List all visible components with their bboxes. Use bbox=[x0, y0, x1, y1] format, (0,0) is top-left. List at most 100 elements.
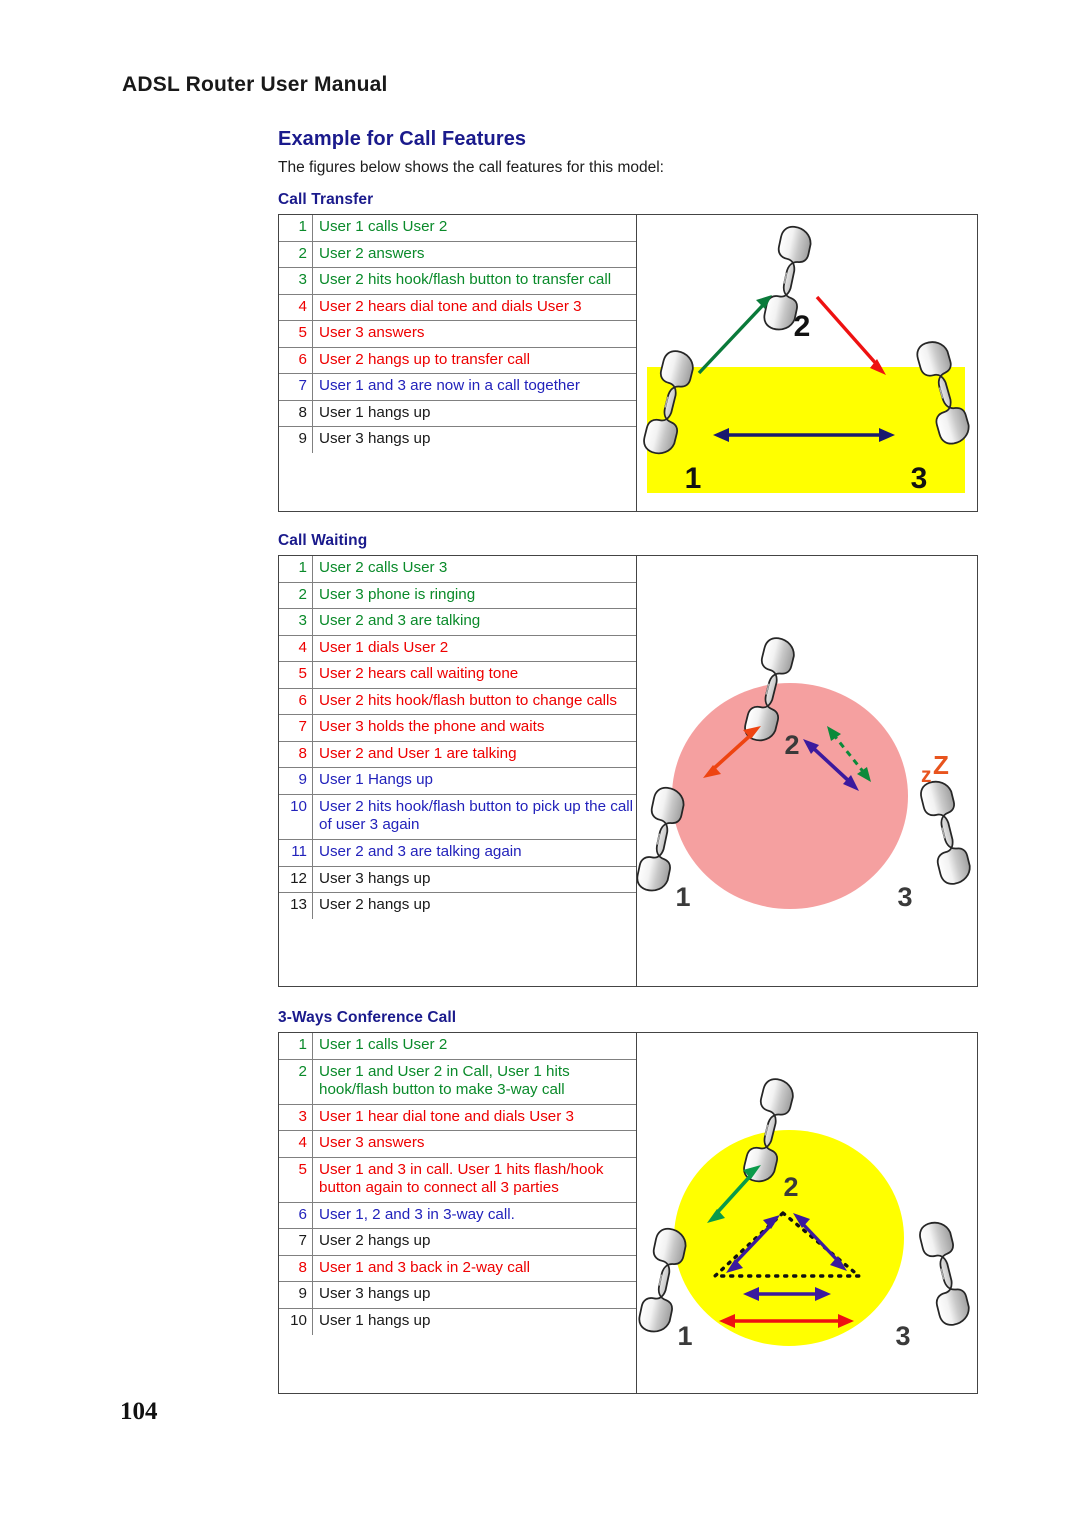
phone-label-2: 2 bbox=[783, 1172, 798, 1202]
step-text: User 2 hears call waiting tone bbox=[312, 661, 636, 689]
table-row: 1 User 2 calls User 3 bbox=[279, 556, 636, 583]
step-text: User 1 Hangs up bbox=[312, 767, 636, 795]
phone-handset-1 bbox=[637, 1225, 690, 1336]
arrow-1-to-2 bbox=[697, 295, 772, 375]
page-content: Example for Call Features The figures be… bbox=[278, 128, 978, 1394]
step-number: 9 bbox=[279, 426, 313, 453]
table-row: 8 User 1 hangs up bbox=[279, 399, 636, 428]
table-row: 5 User 3 answers bbox=[279, 320, 636, 348]
phone-label-3: 3 bbox=[897, 882, 912, 912]
phone-handset-3 bbox=[917, 777, 974, 888]
step-number: 8 bbox=[279, 1254, 313, 1283]
step-text: User 1 calls User 2 bbox=[312, 215, 636, 242]
steps-table: 1 User 1 calls User 2 2 User 1 and User … bbox=[279, 1033, 636, 1335]
table-row: 7 User 3 holds the phone and waits bbox=[279, 714, 636, 742]
table-row: 9 User 3 hangs up bbox=[279, 426, 636, 453]
table-row: 2 User 1 and User 2 in Call, User 1 hits… bbox=[279, 1058, 636, 1105]
call-transfer-figure: 1 2 3 bbox=[637, 215, 977, 511]
step-text: User 2 hits hook/flash button to transfe… bbox=[312, 267, 636, 295]
step-number: 9 bbox=[279, 767, 313, 795]
step-number: 4 bbox=[279, 634, 313, 663]
call-waiting-block: 1 User 2 calls User 3 2 User 3 phone is … bbox=[278, 555, 978, 987]
three-way-block: 1 User 1 calls User 2 2 User 1 and User … bbox=[278, 1032, 978, 1394]
sleep-z-large: Z bbox=[933, 750, 949, 780]
table-row: 4 User 2 hears dial tone and dials User … bbox=[279, 293, 636, 322]
step-text: User 1 hangs up bbox=[312, 1308, 636, 1335]
three-way-conference-diagram: 1 2 3 bbox=[637, 1075, 973, 1351]
table-row: 3 User 2 and 3 are talking bbox=[279, 608, 636, 636]
step-number: 1 bbox=[279, 215, 313, 242]
page-title: Example for Call Features bbox=[278, 128, 527, 150]
arrow-2-to-3 bbox=[815, 295, 886, 375]
call-waiting-steps: 1 User 2 calls User 3 2 User 3 phone is … bbox=[279, 556, 637, 986]
steps-table: 1 User 2 calls User 3 2 User 3 phone is … bbox=[279, 556, 636, 919]
table-row: 12 User 3 hangs up bbox=[279, 865, 636, 894]
step-number: 12 bbox=[279, 865, 313, 894]
step-text: User 2 and 3 are talking bbox=[312, 608, 636, 636]
table-row: 6 User 2 hits hook/flash button to chang… bbox=[279, 687, 636, 716]
step-text: User 3 holds the phone and waits bbox=[312, 714, 636, 742]
step-text: User 2 hangs up bbox=[312, 1228, 636, 1256]
table-row: 9 User 3 hangs up bbox=[279, 1281, 636, 1310]
subsection-title-call-transfer: Call Transfer bbox=[278, 191, 374, 208]
table-row: 5 User 1 and 3 in call. User 1 hits flas… bbox=[279, 1156, 636, 1203]
phone-label-3: 3 bbox=[895, 1321, 910, 1351]
step-number: 8 bbox=[279, 740, 313, 769]
table-row: 4 User 3 answers bbox=[279, 1130, 636, 1158]
step-number: 2 bbox=[279, 240, 313, 269]
phone-label-1: 1 bbox=[677, 1321, 692, 1351]
table-row: 10 User 1 hangs up bbox=[279, 1308, 636, 1335]
step-text: User 2 and 3 are talking again bbox=[312, 839, 636, 867]
step-number: 5 bbox=[279, 1156, 313, 1203]
step-number: 1 bbox=[279, 556, 313, 583]
table-row: 1 User 1 calls User 2 bbox=[279, 1033, 636, 1060]
phone-handset-3 bbox=[916, 1218, 973, 1329]
step-number: 7 bbox=[279, 1228, 313, 1256]
step-number: 7 bbox=[279, 373, 313, 401]
table-row: 9 User 1 Hangs up bbox=[279, 767, 636, 795]
call-waiting-diagram: 1 2 3 z Z bbox=[637, 634, 974, 912]
table-row: 1 User 1 calls User 2 bbox=[279, 215, 636, 242]
call-transfer-steps: 1 User 1 calls User 2 2 User 2 answers 3… bbox=[279, 215, 637, 511]
call-transfer-block: 1 User 1 calls User 2 2 User 2 answers 3… bbox=[278, 214, 978, 512]
step-number: 11 bbox=[279, 839, 313, 867]
yellow-circle bbox=[674, 1130, 904, 1346]
step-number: 10 bbox=[279, 793, 313, 841]
table-row: 11 User 2 and 3 are talking again bbox=[279, 839, 636, 867]
step-text: User 1 and User 2 in Call, User 1 hits h… bbox=[312, 1058, 636, 1105]
step-text: User 1 hangs up bbox=[312, 399, 636, 428]
step-number: 5 bbox=[279, 661, 313, 689]
call-waiting-figure: 1 2 3 z Z bbox=[637, 556, 977, 986]
step-text: User 3 hangs up bbox=[312, 1281, 636, 1310]
pink-circle bbox=[672, 683, 908, 909]
step-text: User 1 dials User 2 bbox=[312, 634, 636, 663]
step-text: User 2 answers bbox=[312, 240, 636, 269]
phone-handset-1 bbox=[637, 784, 688, 895]
table-row: 10 User 2 hits hook/flash button to pick… bbox=[279, 793, 636, 841]
step-text: User 1 calls User 2 bbox=[312, 1033, 636, 1060]
step-number: 9 bbox=[279, 1281, 313, 1310]
step-number: 3 bbox=[279, 608, 313, 636]
phone-label-1: 1 bbox=[685, 462, 702, 495]
step-text: User 1 and 3 back in 2-way call bbox=[312, 1254, 636, 1283]
step-number: 6 bbox=[279, 346, 313, 375]
table-row: 7 User 2 hangs up bbox=[279, 1228, 636, 1256]
table-row: 8 User 2 and User 1 are talking bbox=[279, 740, 636, 769]
table-row: 6 User 2 hangs up to transfer call bbox=[279, 346, 636, 375]
step-number: 6 bbox=[279, 1201, 313, 1230]
phone-label-3: 3 bbox=[911, 462, 928, 495]
step-number: 2 bbox=[279, 1058, 313, 1105]
subsection-title-three-way: 3-Ways Conference Call bbox=[278, 1009, 457, 1026]
step-text: User 2 hangs up to transfer call bbox=[312, 346, 636, 375]
table-row: 8 User 1 and 3 back in 2-way call bbox=[279, 1254, 636, 1283]
three-way-steps: 1 User 1 calls User 2 2 User 1 and User … bbox=[279, 1033, 637, 1393]
step-text: User 3 phone is ringing bbox=[312, 581, 636, 610]
table-row: 13 User 2 hangs up bbox=[279, 892, 636, 919]
document-page: ADSL Router User Manual Example for Call… bbox=[0, 0, 1080, 1527]
step-text: User 2 and User 1 are talking bbox=[312, 740, 636, 769]
step-text: User 1 and 3 are now in a call together bbox=[312, 373, 636, 401]
step-text: User 2 hits hook/flash button to change … bbox=[312, 687, 636, 716]
page-number: 104 bbox=[120, 1398, 158, 1425]
phone-label-2: 2 bbox=[784, 730, 799, 760]
step-text: User 1 hear dial tone and dials User 3 bbox=[312, 1103, 636, 1132]
